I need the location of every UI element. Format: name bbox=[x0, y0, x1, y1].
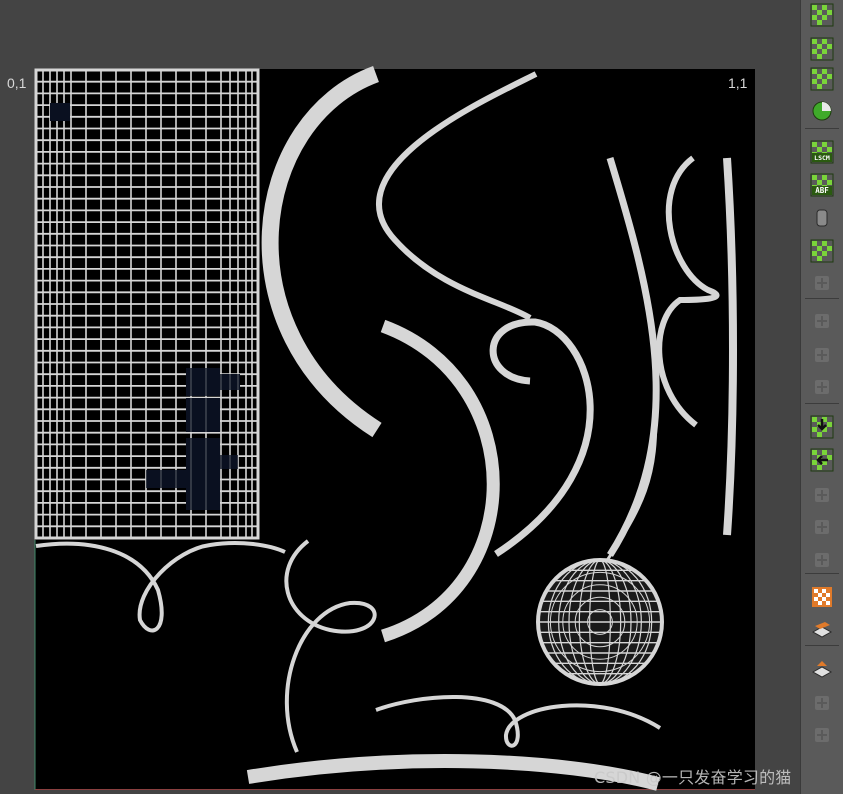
toolbar-separator bbox=[805, 645, 839, 646]
disabled-tool-button[interactable] bbox=[810, 271, 834, 295]
abf-unwrap-button[interactable]: ABF bbox=[810, 173, 834, 197]
layers-icon bbox=[811, 622, 833, 638]
lscm-unwrap-button[interactable]: LSCM bbox=[810, 140, 834, 164]
grid-island-dark-cell bbox=[146, 470, 186, 488]
grid-island-dark-cell bbox=[50, 103, 70, 121]
disabled-align-2-icon bbox=[815, 520, 829, 534]
watermark: CSDN @一只发奋学习的猫 bbox=[594, 768, 792, 787]
toolbar-separator bbox=[805, 128, 839, 129]
grid-island-dark-cell bbox=[220, 455, 238, 469]
align-down-icon bbox=[810, 415, 834, 439]
toolbar-separator bbox=[805, 403, 839, 404]
sphere-shade-button[interactable] bbox=[810, 99, 834, 123]
disabled-align-button[interactable] bbox=[810, 483, 834, 507]
cylinder-button[interactable] bbox=[810, 206, 834, 230]
toolbar-separator bbox=[805, 298, 839, 299]
abf-unwrap-icon: ABF bbox=[810, 173, 834, 197]
disabled-align-2-button[interactable] bbox=[810, 515, 834, 539]
disabled-stack-button[interactable] bbox=[810, 691, 834, 715]
disabled-stack-2-icon bbox=[815, 728, 829, 742]
disabled-edit-2-button[interactable] bbox=[810, 343, 834, 367]
stack-up-icon bbox=[811, 661, 833, 678]
disabled-edit-3-button[interactable] bbox=[810, 375, 834, 399]
disabled-edit-icon bbox=[815, 314, 829, 328]
cylinder-icon bbox=[816, 209, 828, 227]
checker-lock-button[interactable] bbox=[810, 3, 834, 27]
checker-texture-button[interactable] bbox=[810, 585, 834, 609]
disabled-grid-icon bbox=[815, 553, 829, 567]
disabled-tool-icon bbox=[815, 276, 829, 290]
disabled-stack-icon bbox=[815, 696, 829, 710]
pack-islands-button[interactable] bbox=[810, 239, 834, 263]
uv-toolbar: LSCM ABF bbox=[800, 0, 843, 794]
lscm-unwrap-label: LSCM bbox=[814, 154, 830, 162]
align-left-icon bbox=[810, 448, 834, 472]
uv-space bbox=[35, 69, 755, 790]
uv-viewport[interactable]: 0,1 1,1 CSDN @一只发奋学习的猫 bbox=[0, 0, 800, 794]
checker-plus-icon bbox=[810, 67, 834, 91]
layers-button[interactable] bbox=[810, 618, 834, 642]
align-down-button[interactable] bbox=[810, 415, 834, 439]
uv-canvas[interactable] bbox=[0, 0, 800, 794]
checker-x-button[interactable] bbox=[810, 37, 834, 61]
checker-x-icon bbox=[810, 37, 834, 61]
toolbar-separator bbox=[805, 573, 839, 574]
checker-texture-icon bbox=[812, 587, 832, 607]
align-left-button[interactable] bbox=[810, 448, 834, 472]
disabled-edit-2-icon bbox=[815, 348, 829, 362]
uv-editor-window: 0,1 1,1 CSDN @一只发奋学习的猫 LSCM ABF bbox=[0, 0, 843, 794]
uv-corner-label-top-right: 1,1 bbox=[728, 75, 748, 91]
pack-islands-icon bbox=[810, 239, 834, 263]
checker-lock-icon bbox=[810, 3, 834, 27]
stack-up-button[interactable] bbox=[810, 658, 834, 682]
disabled-grid-button[interactable] bbox=[810, 548, 834, 572]
disabled-align-icon bbox=[815, 488, 829, 502]
sphere-shade-icon bbox=[812, 101, 832, 121]
disabled-stack-2-button[interactable] bbox=[810, 723, 834, 747]
checker-plus-button[interactable] bbox=[810, 67, 834, 91]
disabled-edit-button[interactable] bbox=[810, 309, 834, 333]
abf-unwrap-label: ABF bbox=[815, 186, 829, 195]
uv-corner-label-top-left: 0,1 bbox=[7, 75, 27, 91]
disabled-edit-3-icon bbox=[815, 380, 829, 394]
lscm-unwrap-icon: LSCM bbox=[810, 140, 834, 164]
